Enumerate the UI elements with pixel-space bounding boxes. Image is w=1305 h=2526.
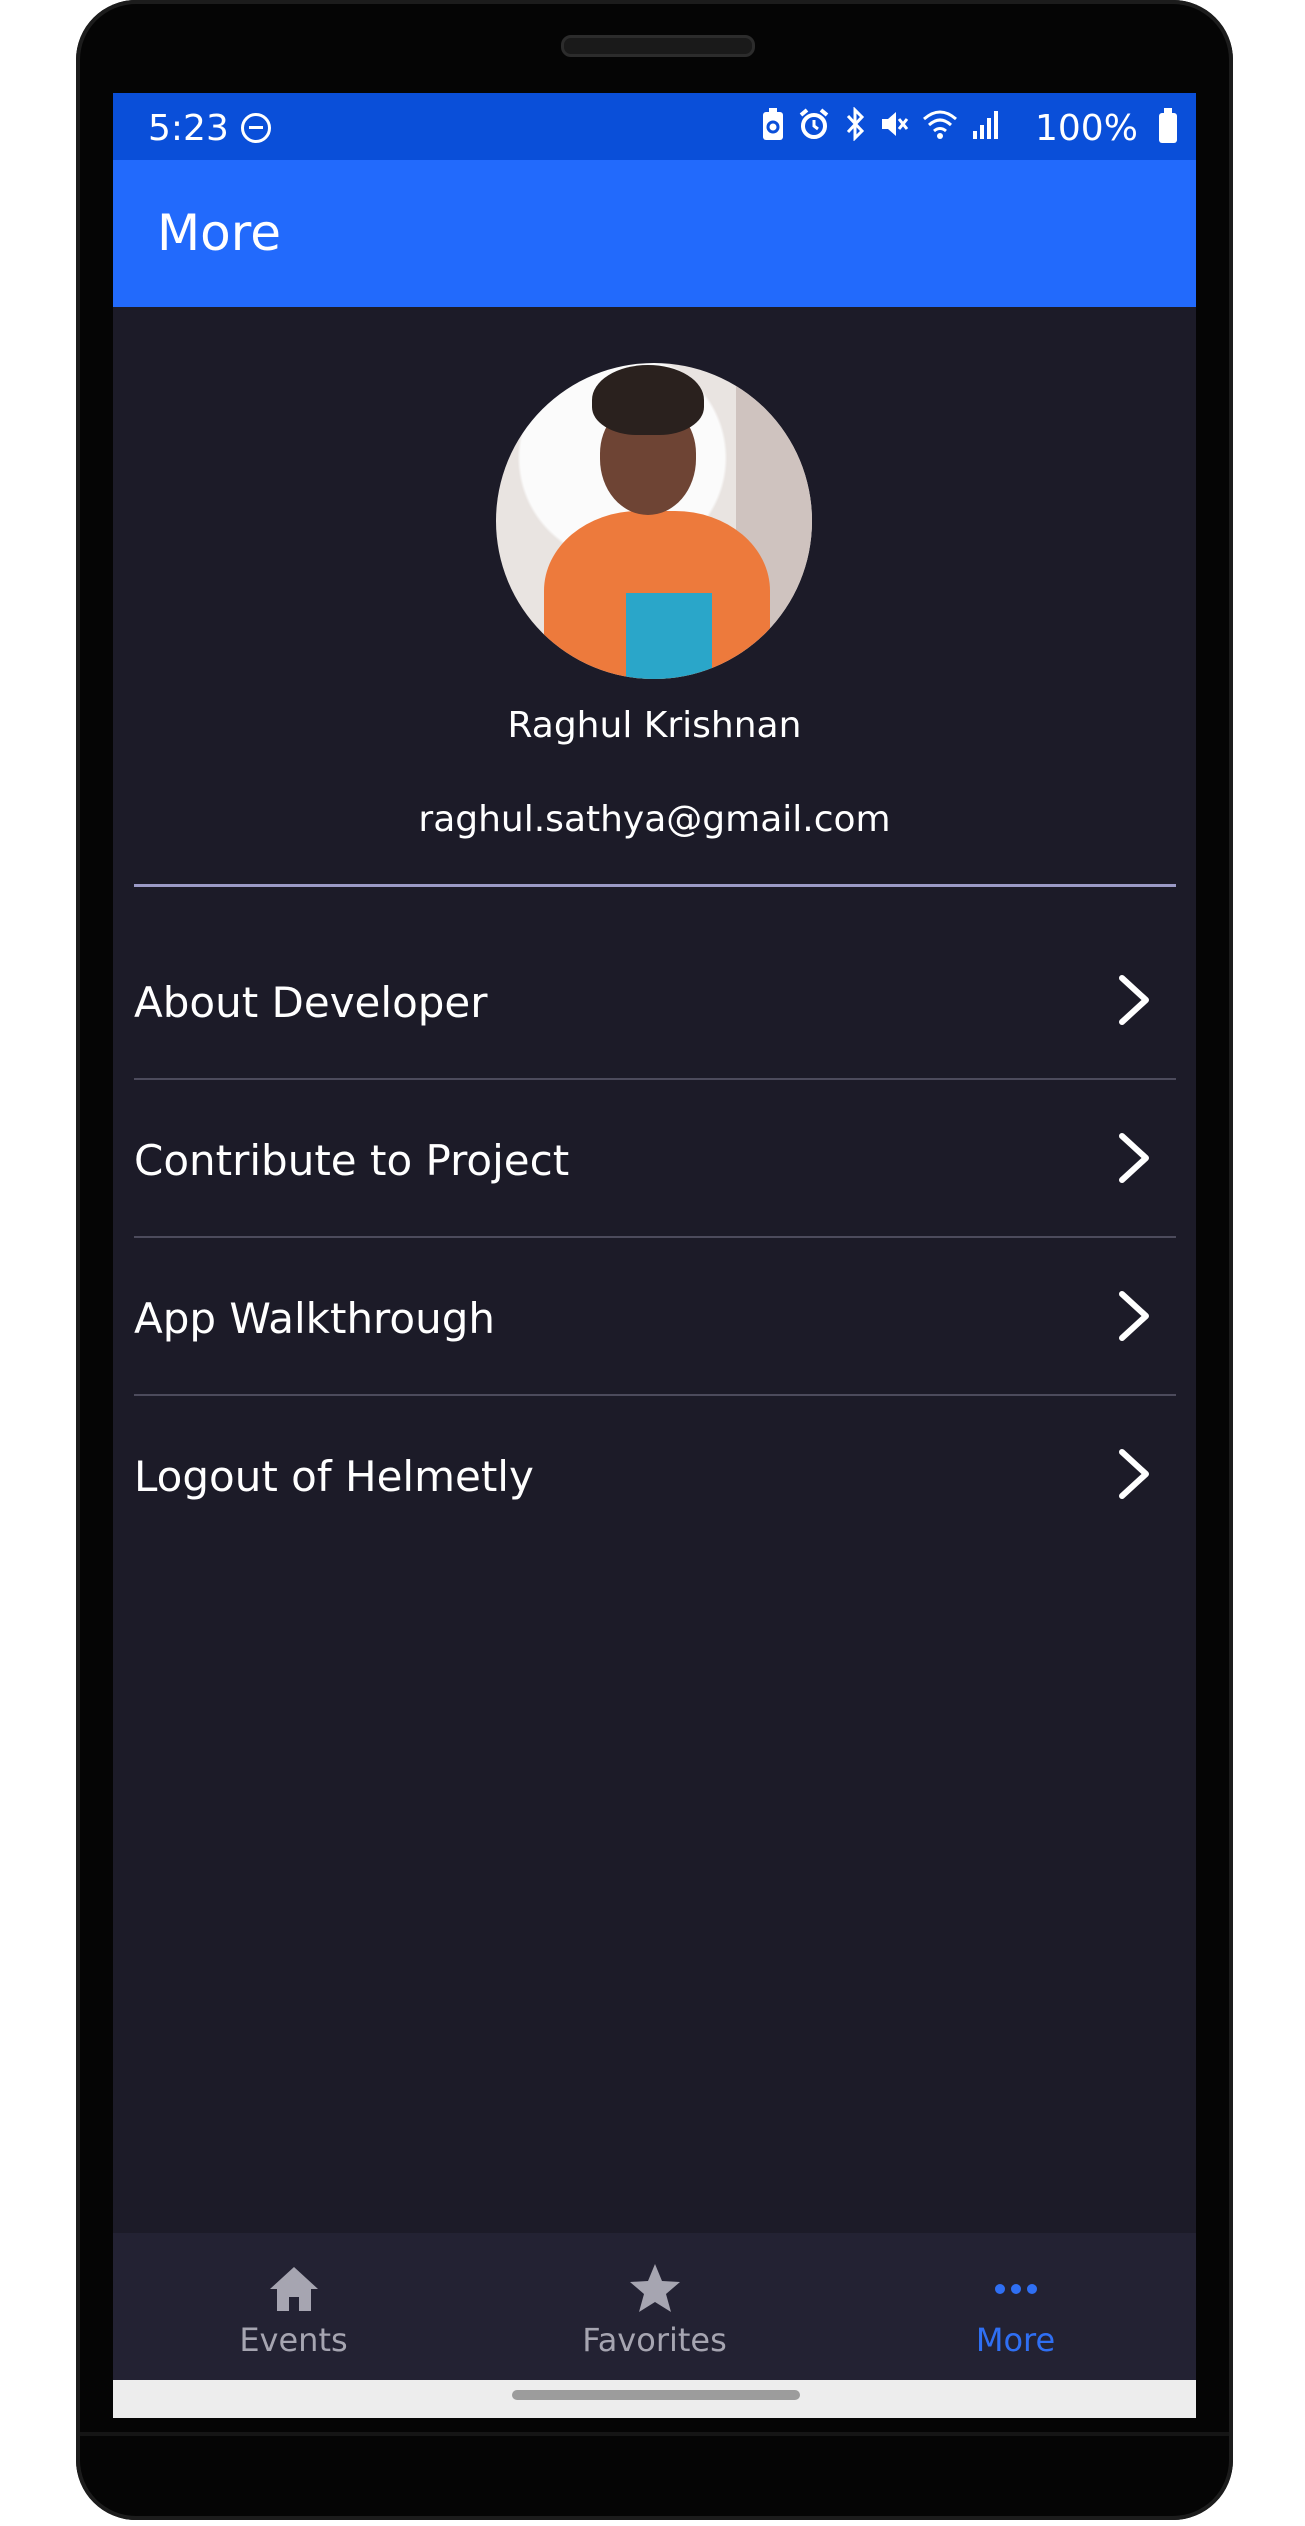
menu-item-app-walkthrough[interactable]: App Walkthrough	[134, 1238, 1176, 1396]
battery-percent: 100%	[1035, 108, 1138, 149]
menu-item-label: Logout of Helmetly	[134, 1452, 534, 1501]
chevron-right-icon	[1119, 975, 1149, 1025]
app-screen: 5:23 100% More Raghul Krishnan raghul.sa…	[113, 93, 1196, 2418]
phone-chin	[80, 2432, 1229, 2436]
tab-more[interactable]: More	[835, 2233, 1196, 2380]
menu-item-label: About Developer	[134, 978, 488, 1027]
home-icon	[269, 2267, 318, 2311]
menu-item-label: App Walkthrough	[134, 1294, 495, 1343]
dnd-icon	[241, 113, 271, 143]
phone-frame: 5:23 100% More Raghul Krishnan raghul.sa…	[76, 0, 1233, 2520]
battery-saver-icon	[763, 108, 783, 140]
chevron-right-icon	[1119, 1449, 1149, 1499]
menu-item-about-developer[interactable]: About Developer	[134, 922, 1176, 1080]
bluetooth-icon	[846, 107, 865, 141]
star-icon	[629, 2264, 680, 2312]
page-title: More	[157, 204, 281, 262]
tab-label: Events	[239, 2321, 348, 2359]
bottom-nav: Events Favorites More	[113, 2233, 1196, 2380]
earpiece-speaker	[561, 35, 755, 57]
chevron-right-icon	[1119, 1291, 1149, 1341]
tab-favorites[interactable]: Favorites	[474, 2233, 835, 2380]
signal-icon	[973, 111, 998, 139]
battery-icon	[1159, 108, 1177, 143]
menu-item-label: Contribute to Project	[134, 1136, 570, 1185]
profile-email: raghul.sathya@gmail.com	[418, 799, 891, 840]
tab-events[interactable]: Events	[113, 2233, 474, 2380]
menu-item-contribute[interactable]: Contribute to Project	[134, 1080, 1176, 1238]
more-dots-icon	[994, 2284, 1037, 2294]
profile-name: Raghul Krishnan	[507, 705, 802, 746]
status-icons	[761, 107, 1001, 141]
alarm-icon	[799, 108, 829, 139]
wifi-icon	[923, 110, 957, 139]
home-gesture-handle[interactable]	[512, 2390, 800, 2400]
avatar	[496, 363, 812, 679]
menu-item-logout[interactable]: Logout of Helmetly	[134, 1396, 1176, 1554]
tab-label: More	[975, 2321, 1056, 2359]
tab-label: Favorites	[582, 2321, 727, 2359]
status-time: 5:23	[148, 108, 229, 149]
mute-icon	[882, 112, 909, 136]
profile-divider	[134, 884, 1176, 887]
app-bar: More	[113, 160, 1196, 307]
status-bar: 5:23 100%	[113, 93, 1196, 160]
chevron-right-icon	[1119, 1133, 1149, 1183]
